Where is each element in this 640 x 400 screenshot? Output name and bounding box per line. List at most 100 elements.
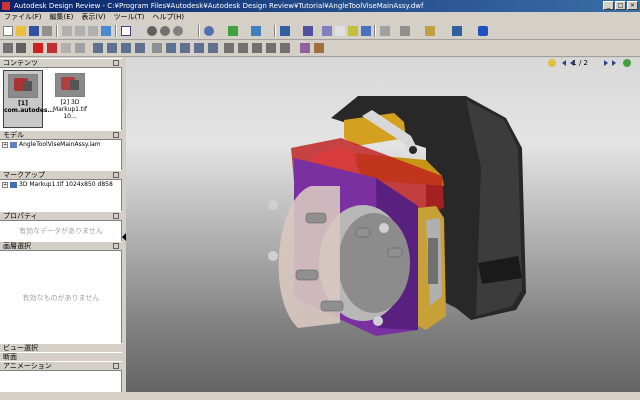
markup-toolbar bbox=[0, 40, 640, 57]
sheet-thumbnail-sublabel: com.autodes... bbox=[4, 107, 55, 114]
zoom-window-icon[interactable] bbox=[160, 26, 170, 36]
pin-icon[interactable] bbox=[113, 243, 119, 249]
expand-icon[interactable]: + bbox=[2, 181, 8, 188]
pin-icon[interactable] bbox=[113, 172, 119, 178]
ungroup-icon[interactable] bbox=[135, 43, 145, 53]
reset-icon[interactable] bbox=[208, 43, 218, 53]
maximize-button[interactable]: □ bbox=[615, 1, 626, 10]
pan-hand-icon[interactable] bbox=[134, 26, 144, 36]
callout-icon[interactable] bbox=[361, 26, 371, 36]
menu-edit[interactable]: 編集(E) bbox=[46, 12, 78, 23]
close-button[interactable]: × bbox=[627, 1, 638, 10]
fill-icon[interactable] bbox=[75, 43, 85, 53]
cylinder-face bbox=[338, 213, 410, 313]
explode-icon[interactable] bbox=[166, 43, 176, 53]
leader-icon[interactable] bbox=[380, 26, 390, 36]
forward-icon[interactable] bbox=[75, 26, 85, 36]
rotate-icon[interactable] bbox=[194, 43, 204, 53]
color-picker-icon[interactable] bbox=[300, 43, 310, 53]
window-title: Autodesk Design Review - C:¥Program File… bbox=[14, 2, 424, 10]
menu-file[interactable]: ファイル(F) bbox=[0, 12, 46, 23]
camera-icon[interactable] bbox=[303, 26, 313, 36]
toolbar-separator bbox=[198, 25, 200, 37]
back-icon[interactable] bbox=[62, 26, 72, 36]
app-icon bbox=[2, 2, 10, 10]
model-tree-item[interactable]: + AngleToolViseMainAssy.iam bbox=[2, 141, 101, 148]
bolt-head bbox=[268, 251, 278, 261]
draw-arrow-icon[interactable] bbox=[16, 43, 26, 53]
screen-icon[interactable] bbox=[452, 26, 462, 36]
line-weight-icon[interactable] bbox=[61, 43, 71, 53]
text-icon[interactable] bbox=[335, 26, 345, 36]
menu-bar: ファイル(F) 編集(E) 表示(V) ツール(T) ヘルプ(H) bbox=[0, 12, 640, 23]
markup-tree-label: 3D Markup1.tif 1024x850 d858 bbox=[19, 181, 113, 188]
pin-icon[interactable] bbox=[113, 213, 119, 219]
toolbar-separator bbox=[374, 25, 376, 37]
draw-line-icon[interactable] bbox=[3, 43, 13, 53]
markup-panel-header[interactable]: マークアップ bbox=[0, 170, 122, 180]
new-document-icon[interactable] bbox=[3, 26, 13, 36]
canvas-viewport[interactable]: 1 / 2 bbox=[126, 58, 640, 400]
pause-icon[interactable] bbox=[152, 43, 162, 53]
open-folder-icon[interactable] bbox=[16, 26, 26, 36]
zoom-icon[interactable] bbox=[147, 26, 157, 36]
vise-assembly-model[interactable] bbox=[126, 58, 640, 400]
look-icon[interactable] bbox=[251, 26, 261, 36]
ruler-icon[interactable] bbox=[425, 26, 435, 36]
assembly-icon bbox=[10, 141, 17, 148]
lever-knob-part bbox=[409, 146, 417, 154]
section-plane-icon[interactable] bbox=[224, 43, 234, 53]
group-icon[interactable] bbox=[121, 43, 131, 53]
contents-panel-header[interactable]: コンテンツ bbox=[0, 58, 122, 68]
home-icon[interactable] bbox=[88, 26, 98, 36]
minimize-button[interactable]: _ bbox=[603, 1, 614, 10]
measure-icon[interactable] bbox=[322, 26, 332, 36]
sheet-preview-image bbox=[55, 73, 85, 97]
sheet-thumbnail-label: [2] 3D bbox=[60, 99, 80, 106]
distribute-icon[interactable] bbox=[107, 43, 117, 53]
print-icon[interactable] bbox=[42, 26, 52, 36]
dimension-icon[interactable] bbox=[400, 26, 410, 36]
sheet-thumbnail-1[interactable]: [1] com.autodes... bbox=[3, 70, 55, 128]
selection-empty-message: 有効なものがありません bbox=[22, 294, 100, 302]
menu-help[interactable]: ヘルプ(H) bbox=[148, 12, 188, 23]
pin-icon[interactable] bbox=[113, 60, 119, 66]
markup-tree-item[interactable]: + 3D Markup1.tif 1024x850 d858 bbox=[2, 181, 113, 188]
help-icon[interactable] bbox=[478, 26, 488, 36]
section-box-icon[interactable] bbox=[238, 43, 248, 53]
material-icon[interactable] bbox=[314, 43, 324, 53]
save-icon[interactable] bbox=[29, 26, 39, 36]
transparency-icon[interactable] bbox=[280, 43, 290, 53]
color-red-icon[interactable] bbox=[33, 43, 43, 53]
sheet-thumbnail-2[interactable]: [2] 3D Markup1.tif 10... bbox=[50, 70, 90, 128]
bolt-head bbox=[379, 223, 389, 233]
selection-panel-header[interactable]: 画層選択 bbox=[0, 241, 122, 251]
orbit-icon[interactable] bbox=[204, 26, 214, 36]
expand-icon[interactable]: + bbox=[2, 141, 8, 148]
view-selection-panel-title: ビュー選択 bbox=[3, 344, 38, 352]
rack-part bbox=[428, 238, 438, 284]
menu-tools[interactable]: ツール(T) bbox=[110, 12, 149, 23]
move-icon[interactable] bbox=[180, 43, 190, 53]
align-icon[interactable] bbox=[93, 43, 103, 53]
pin-icon[interactable] bbox=[113, 363, 119, 369]
refresh-icon[interactable] bbox=[101, 26, 111, 36]
animation-panel-header[interactable]: アニメーション bbox=[0, 361, 122, 371]
stamp-icon[interactable] bbox=[348, 26, 358, 36]
walk-icon[interactable] bbox=[228, 26, 238, 36]
status-bar bbox=[0, 392, 640, 400]
menu-view[interactable]: 表示(V) bbox=[77, 12, 109, 23]
properties-panel-header[interactable]: プロパティ bbox=[0, 211, 122, 221]
hide-icon[interactable] bbox=[252, 43, 262, 53]
model-panel-header[interactable]: モデル bbox=[0, 130, 122, 140]
line-color-icon[interactable] bbox=[47, 43, 57, 53]
show-all-icon[interactable] bbox=[266, 43, 276, 53]
toolbar-separator bbox=[274, 25, 276, 37]
animation-panel-title: アニメーション bbox=[3, 362, 52, 370]
pin-icon[interactable] bbox=[113, 132, 119, 138]
selection-panel-title: 画層選択 bbox=[3, 242, 31, 250]
zoom-fit-icon[interactable] bbox=[173, 26, 183, 36]
markup-icon[interactable] bbox=[280, 26, 290, 36]
markup-panel-title: マークアップ bbox=[3, 171, 45, 179]
select-pointer-icon[interactable] bbox=[121, 26, 131, 36]
